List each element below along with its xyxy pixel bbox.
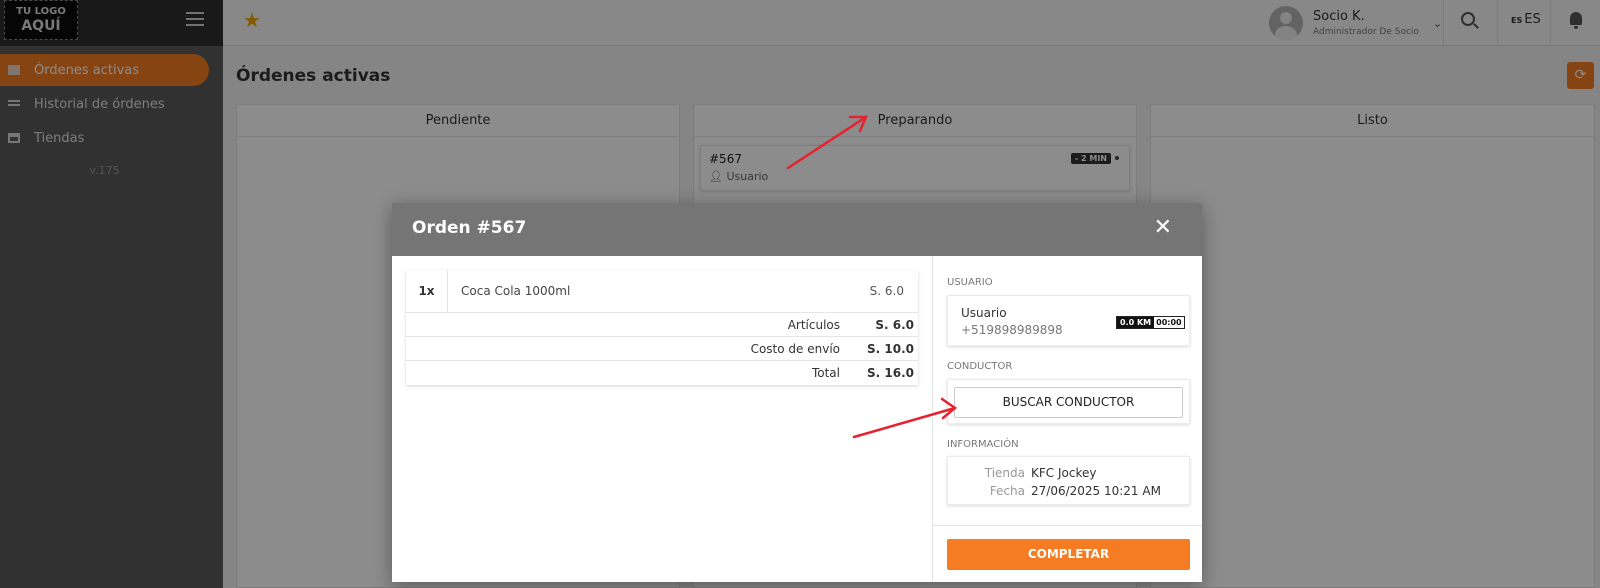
summary-value: S. 10.0 xyxy=(867,341,914,356)
item-price: S. 6.0 xyxy=(869,284,904,298)
close-icon[interactable]: ✕ xyxy=(1154,215,1172,240)
customer-name: Usuario xyxy=(961,306,1007,320)
info-key: Fecha xyxy=(989,484,1025,498)
summary-row: Costo de envío S. 10.0 xyxy=(406,337,918,361)
info-value: 27/06/2025 10:21 AM xyxy=(1031,484,1161,498)
item-name: Coca Cola 1000ml xyxy=(461,284,571,298)
divider xyxy=(933,525,1202,526)
info-key: Tienda xyxy=(984,466,1025,480)
table-row: 1x Coca Cola 1000ml S. 6.0 xyxy=(406,269,918,313)
user-card: Usuario +519898989898 0.0 KM 00:00 xyxy=(947,295,1190,346)
summary-label: Total xyxy=(811,366,840,380)
user-section-label: USUARIO xyxy=(947,277,993,288)
order-modal: Orden #567 ✕ 1x Coca Cola 1000ml S. 6.0 … xyxy=(392,203,1202,582)
info-row: Fecha 27/06/2025 10:21 AM xyxy=(948,484,1161,498)
summary-value: S. 6.0 xyxy=(875,317,914,332)
distance-value: 0.0 KM xyxy=(1117,317,1155,328)
item-qty: 1x xyxy=(406,269,448,313)
customer-phone[interactable]: +519898989898 xyxy=(961,323,1063,337)
info-row: Tienda KFC Jockey xyxy=(948,466,1097,480)
eta-value: 00:00 xyxy=(1154,317,1184,328)
driver-section-label: CONDUCTOR xyxy=(947,361,1013,372)
modal-header: Orden #567 ✕ xyxy=(392,203,1202,256)
summary-label: Costo de envío xyxy=(750,341,840,356)
complete-button[interactable]: COMPLETAR xyxy=(947,539,1190,570)
summary-row: Artículos S. 6.0 xyxy=(406,313,918,337)
info-section-label: INFORMACIÓN xyxy=(947,439,1019,450)
summary-row: Total S. 16.0 xyxy=(406,361,918,385)
driver-card: BUSCAR CONDUCTOR xyxy=(947,379,1190,424)
summary-value: S. 16.0 xyxy=(867,366,914,380)
order-details-pane: USUARIO Usuario +519898989898 0.0 KM 00:… xyxy=(932,256,1202,582)
items-table: 1x Coca Cola 1000ml S. 6.0 Artículos S. … xyxy=(406,269,918,385)
find-driver-button[interactable]: BUSCAR CONDUCTOR xyxy=(954,387,1183,418)
order-items-pane: 1x Coca Cola 1000ml S. 6.0 Artículos S. … xyxy=(392,256,932,582)
info-value: KFC Jockey xyxy=(1031,466,1097,480)
modal-title: Orden #567 xyxy=(412,218,527,238)
distance-badge: 0.0 KM 00:00 xyxy=(1116,316,1185,329)
summary-label: Artículos xyxy=(787,317,840,332)
info-card: Tienda KFC Jockey Fecha 27/06/2025 10:21… xyxy=(947,456,1190,505)
